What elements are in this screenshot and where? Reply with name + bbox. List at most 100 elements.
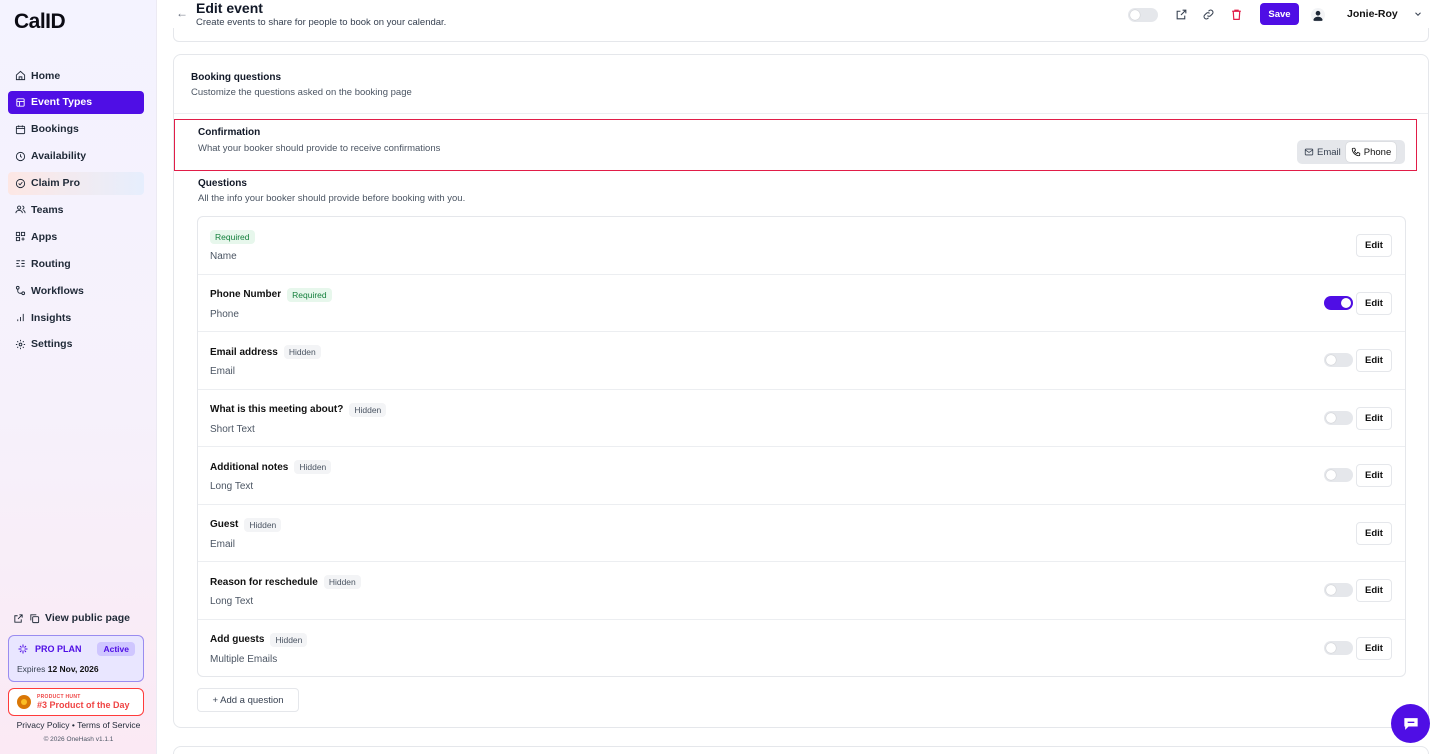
sidebar-item-apps[interactable]: Apps <box>8 225 144 248</box>
save-button[interactable]: Save <box>1260 3 1299 25</box>
sidebar-item-label: Apps <box>31 230 58 243</box>
pro-plan-card[interactable]: PRO PLAN Active Expires 12 Nov, 2026 <box>8 635 144 682</box>
sidebar-item-label: Home <box>31 69 61 82</box>
chevron-down-icon[interactable] <box>1413 9 1423 19</box>
public-page-label: View public page <box>45 612 130 624</box>
question-label: Email address Hidden <box>210 345 321 359</box>
question-label: Required <box>210 230 255 244</box>
edit-question-button[interactable]: Edit <box>1356 521 1392 545</box>
plan-status-badge: Active <box>97 642 135 656</box>
details-panel-edge <box>173 28 1429 42</box>
edit-question-button[interactable]: Edit <box>1356 636 1392 660</box>
sidebar-item-bookings[interactable]: Bookings <box>8 118 144 141</box>
back-arrow-icon[interactable]: ← <box>176 6 188 20</box>
next-section-edge <box>173 746 1429 754</box>
question-visibility-toggle[interactable] <box>1324 353 1353 367</box>
sidebar-item-teams[interactable]: Teams <box>8 198 144 221</box>
mail-icon <box>1304 148 1314 156</box>
question-visibility-toggle[interactable] <box>1324 583 1353 597</box>
plan-name: PRO PLAN <box>17 643 82 655</box>
question-type: Multiple Emails <box>210 653 278 665</box>
sidebar-item-routing[interactable]: Routing <box>8 252 144 275</box>
sidebar-item-label: Bookings <box>31 123 79 136</box>
confirmation-subtitle: What your booker should provide to recei… <box>198 143 441 154</box>
question-label-text: Email address <box>210 346 278 358</box>
legal-links[interactable]: Privacy Policy • Terms of Service <box>0 720 157 730</box>
add-question-button[interactable]: + Add a question <box>197 688 299 712</box>
question-label: Reason for reschedule Hidden <box>210 575 361 589</box>
external-link-icon[interactable] <box>1175 8 1188 21</box>
edit-question-button[interactable]: Edit <box>1356 579 1392 602</box>
confirmation-option-email[interactable]: Email <box>1299 142 1346 162</box>
question-label: Additional notes Hidden <box>210 460 332 474</box>
product-hunt-badge[interactable]: PRODUCT HUNT #3 Product of the Day <box>8 688 144 716</box>
home-icon <box>15 70 26 81</box>
question-visibility-toggle[interactable] <box>1324 295 1353 310</box>
edit-question-button[interactable]: Edit <box>1356 464 1392 487</box>
question-visibility-toggle[interactable] <box>1324 640 1353 655</box>
edit-question-button[interactable]: Edit <box>1356 406 1392 430</box>
hidden-badge: Hidden <box>244 517 282 532</box>
sidebar-item-label: Workflows <box>31 284 84 297</box>
link-icon <box>16 98 25 107</box>
required-badge: Required <box>210 230 255 244</box>
question-row: Email address Hidden Email Edit <box>198 332 1405 390</box>
link-icon[interactable] <box>1202 8 1215 21</box>
question-label-text: Phone Number <box>210 289 282 300</box>
sidebar-item-label: Routing <box>31 257 71 270</box>
edit-question-button[interactable]: Edit <box>1356 291 1392 315</box>
question-label: Phone Number Required <box>210 287 332 302</box>
question-row: Phone Number Required Phone Edit <box>198 275 1405 332</box>
hidden-toggle[interactable] <box>1128 8 1158 22</box>
sidebar-nav: Home Event Types Bookings Availability C… <box>8 64 144 360</box>
chat-icon <box>1403 717 1418 730</box>
plan-expiry: Expires 12 Nov, 2026 <box>17 664 99 674</box>
view-public-page-link[interactable]: View public page <box>13 612 130 624</box>
sidebar-item-claim-pro[interactable]: Claim Pro <box>8 171 144 195</box>
question-label-text: Add guests <box>210 634 265 645</box>
badge-icon <box>15 178 26 188</box>
question-row: Add guests Hidden Multiple Emails Edit <box>198 620 1405 678</box>
question-type: Long Text <box>210 481 254 492</box>
confirmation-toggle-group: Email Phone <box>1297 140 1405 164</box>
confirmation-section: Confirmation What your booker should pro… <box>174 119 1417 171</box>
sidebar-item-home[interactable]: Home <box>8 64 144 87</box>
sidebar: CalID Home Event Types Bookings Availabi… <box>0 0 157 754</box>
grid-icon <box>15 232 26 242</box>
product-hunt-title: #3 Product of the Day <box>37 700 130 710</box>
copy-icon <box>30 613 40 623</box>
avatar[interactable] <box>1311 8 1325 22</box>
sidebar-item-label: Settings <box>31 338 73 351</box>
page-title: Edit event <box>196 0 263 16</box>
question-visibility-toggle[interactable] <box>1324 468 1353 482</box>
sparkle-icon <box>18 644 28 654</box>
question-label-text: Additional notes <box>210 461 289 473</box>
trash-icon[interactable] <box>1230 8 1243 21</box>
chat-launcher-button[interactable] <box>1391 704 1430 743</box>
sidebar-item-event-types[interactable]: Event Types <box>8 90 144 114</box>
app-logo[interactable]: CalID <box>14 10 66 34</box>
sidebar-item-label: Claim Pro <box>31 177 81 190</box>
user-name[interactable]: Jonie-Roy <box>1347 8 1398 20</box>
sidebar-item-workflows[interactable]: Workflows <box>8 279 144 302</box>
sidebar-item-label: Event Types <box>31 96 93 109</box>
question-type: Email <box>210 538 236 550</box>
clock-icon <box>15 151 26 161</box>
questions-title: Questions <box>198 178 247 189</box>
edit-question-button[interactable]: Edit <box>1356 234 1392 257</box>
question-label: What is this meeting about? Hidden <box>210 402 387 417</box>
edit-question-button[interactable]: Edit <box>1356 349 1392 372</box>
questions-subtitle: All the info your booker should provide … <box>198 193 466 204</box>
question-label-text: Reason for reschedule <box>210 576 318 588</box>
question-label-text: What is this meeting about? <box>210 404 344 415</box>
sidebar-item-settings[interactable]: Settings <box>8 333 144 356</box>
sidebar-item-availability[interactable]: Availability <box>8 145 144 168</box>
sidebar-item-insights[interactable]: Insights <box>8 306 144 329</box>
question-visibility-toggle[interactable] <box>1324 410 1353 425</box>
calendar-icon <box>15 125 26 134</box>
question-row: Additional notes Hidden Long Text Edit <box>198 447 1405 505</box>
routing-icon <box>16 260 25 267</box>
hidden-badge: Hidden <box>270 632 308 647</box>
questions-list: Required Name Edit Phone Number Required Phon… <box>197 216 1406 677</box>
confirmation-option-phone[interactable]: Phone <box>1345 142 1397 162</box>
